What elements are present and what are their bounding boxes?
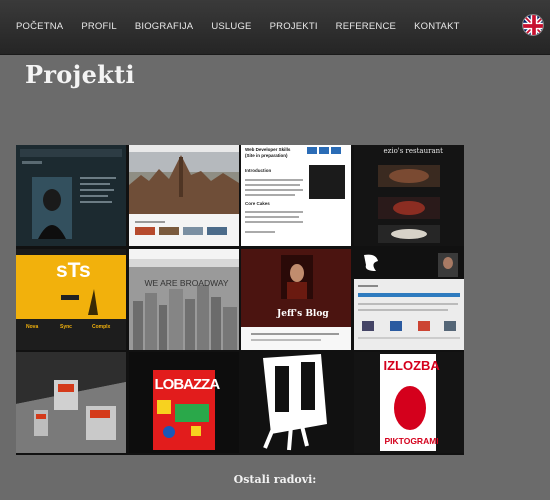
webdev-subheading: (Site in preparation) bbox=[245, 153, 288, 158]
projects-gallery: Web Developer Skills (Site in preparatio… bbox=[16, 145, 464, 455]
profile-portal-screenshot bbox=[353, 248, 464, 350]
izlozba-footer: PIKTOGRAMI bbox=[384, 436, 439, 446]
nav-item-biografija[interactable]: BIOGRAFIJA bbox=[129, 21, 199, 32]
sts-column-nova: Nova bbox=[26, 323, 39, 330]
izlozba-heading: IZLOZBA bbox=[383, 358, 440, 373]
project-thumb-izlozba[interactable]: IZLOZBA PIKTOGRAMI bbox=[353, 352, 464, 453]
webdev-heading: Web Developer Skills bbox=[245, 147, 291, 152]
webdev-intro-label: Introduction bbox=[245, 168, 272, 173]
web-developer-skills-screenshot bbox=[241, 145, 351, 246]
project-thumb-web-developer-skills[interactable]: Web Developer Skills (Site in preparatio… bbox=[241, 145, 351, 246]
broadway-site-screenshot bbox=[128, 248, 239, 350]
city-website-screenshot bbox=[128, 145, 239, 246]
broadway-heading: WE ARE BROADWAY bbox=[144, 277, 229, 288]
nav-menu: POČETNA PROFIL BIOGRAFIJA USLUGE PROJEKT… bbox=[10, 21, 466, 32]
project-thumb-dark-profile-site[interactable] bbox=[16, 145, 126, 246]
project-thumb-machines-3d[interactable] bbox=[16, 352, 126, 453]
sts-column-sync: Sync bbox=[60, 323, 72, 330]
nav-item-kontakt[interactable]: KONTAKT bbox=[408, 21, 466, 32]
sts-column-complx: Complx bbox=[92, 323, 111, 330]
project-thumb-jeffs-blog[interactable]: Jeff's Blog bbox=[241, 248, 351, 350]
project-thumb-city-website[interactable] bbox=[128, 145, 239, 246]
dark-profile-site-screenshot bbox=[16, 145, 126, 246]
nav-item-usluge[interactable]: USLUGE bbox=[205, 21, 257, 32]
page-title: Projekti bbox=[25, 60, 135, 89]
project-thumb-restaurant[interactable]: ezio's restaurant bbox=[353, 145, 464, 246]
jeffs-blog-screenshot bbox=[241, 248, 351, 350]
webdev-core-label: Core Cakes bbox=[245, 201, 270, 206]
nav-item-pocetna[interactable]: POČETNA bbox=[10, 21, 69, 32]
nav-item-reference[interactable]: REFERENCE bbox=[330, 21, 402, 32]
h-logo-artwork bbox=[241, 352, 351, 453]
project-thumb-h-logo[interactable] bbox=[241, 352, 351, 453]
restaurant-heading: ezio's restaurant bbox=[383, 147, 443, 155]
uk-flag-icon[interactable] bbox=[522, 14, 544, 36]
lobazza-poster bbox=[128, 352, 239, 453]
lobazza-heading: LOBAZZA bbox=[154, 376, 221, 393]
sts-logo: sTs bbox=[56, 258, 91, 282]
project-thumb-sts[interactable]: sTs Nova Sync Complx bbox=[16, 248, 126, 350]
project-thumb-broadway[interactable]: WE ARE BROADWAY bbox=[128, 248, 239, 350]
machines-3d-render bbox=[16, 352, 126, 453]
nav-item-profil[interactable]: PROFIL bbox=[75, 21, 123, 32]
project-thumb-profile-portal[interactable] bbox=[353, 248, 464, 350]
jeff-blog-heading: Jeff's Blog bbox=[277, 308, 329, 319]
other-works-heading: Ostali radovi: bbox=[233, 473, 317, 486]
uk-flag-graphic bbox=[523, 15, 543, 35]
top-navigation-bar: POČETNA PROFIL BIOGRAFIJA USLUGE PROJEKT… bbox=[0, 0, 550, 55]
restaurant-site-screenshot bbox=[353, 145, 464, 246]
nav-item-projekti[interactable]: PROJEKTI bbox=[264, 21, 324, 32]
project-thumb-lobazza[interactable]: LOBAZZA bbox=[128, 352, 239, 453]
